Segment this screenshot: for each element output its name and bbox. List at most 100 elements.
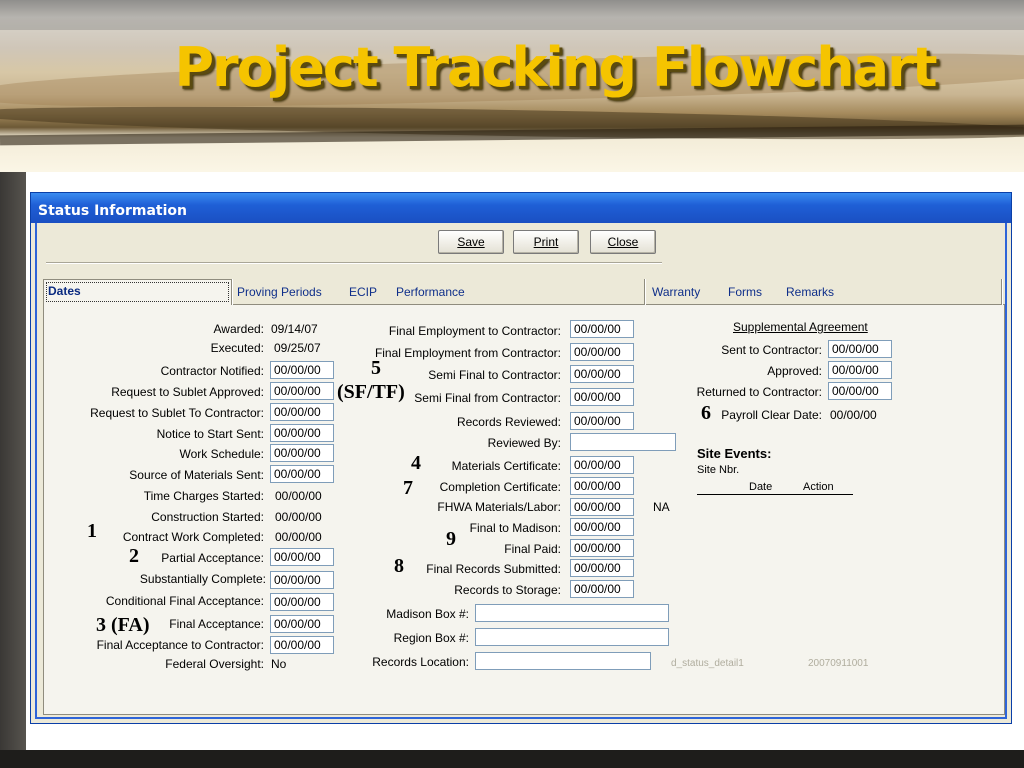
partial-acceptance-field[interactable]: 00/00/00 (270, 548, 334, 566)
federal-oversight-value: No (271, 657, 287, 671)
records-storage-field[interactable]: 00/00/00 (570, 580, 634, 598)
payroll-clear-label: Payroll Clear Date: (721, 408, 822, 422)
awarded-value: 09/14/07 (271, 322, 318, 336)
save-button[interactable]: Save (438, 230, 504, 254)
detail-id: d_status_detail1 (671, 658, 744, 669)
executed-value: 09/25/07 (274, 341, 321, 355)
records-reviewed-label: Records Reviewed: (456, 415, 561, 429)
tab-remarks[interactable]: Remarks (786, 279, 834, 305)
tab-proving-periods[interactable]: Proving Periods (237, 279, 322, 305)
marker-3-fa: 3 (FA) (96, 614, 150, 636)
final-to-contractor-field[interactable]: 00/00/00 (270, 636, 334, 654)
print-button[interactable]: Print (513, 230, 579, 254)
final-to-contractor-label: Final Acceptance to Contractor: (96, 638, 264, 652)
tab-warranty[interactable]: Warranty (652, 279, 700, 305)
sent-to-contractor-field[interactable]: 00/00/00 (828, 340, 892, 358)
region-box-field[interactable] (475, 628, 669, 646)
marker-4: 4 (411, 452, 421, 474)
sent-to-contractor-label: Sent to Contractor: (721, 343, 822, 357)
work-schedule-label: Work Schedule: (179, 447, 265, 461)
contract-work-value: 00/00/00 (275, 530, 322, 544)
partial-acceptance-label: Partial Acceptance: (161, 551, 264, 565)
final-acceptance-field[interactable]: 00/00/00 (270, 615, 334, 633)
tab-forms[interactable]: Forms (728, 279, 762, 305)
returned-to-contractor-field[interactable]: 00/00/00 (828, 382, 892, 400)
completion-cert-label: Completion Certificate: (439, 480, 561, 494)
site-nbr-label: Site Nbr. (697, 464, 740, 476)
semi-final-to-label: Semi Final to Contractor: (428, 368, 561, 382)
site-events-col-action: Action (803, 481, 834, 493)
final-madison-field[interactable]: 00/00/00 (570, 518, 634, 536)
close-button[interactable]: Close (590, 230, 656, 254)
marker-9: 9 (446, 528, 456, 550)
contract-work-label: Contract Work Completed: (122, 530, 264, 544)
sublet-approved-field[interactable]: 00/00/00 (270, 382, 334, 400)
final-emp-from-label: Final Employment from Contractor: (374, 346, 561, 360)
contractor-notified-label: Contractor Notified: (160, 364, 264, 378)
time-charges-value: 00/00/00 (275, 489, 322, 503)
reviewed-by-label: Reviewed By: (487, 436, 561, 450)
awarded-label: Awarded: (213, 322, 264, 336)
approved-label: Approved: (767, 364, 822, 378)
source-materials-field[interactable]: 00/00/00 (270, 465, 334, 483)
reviewed-by-field[interactable] (570, 433, 676, 451)
final-emp-to-label: Final Employment to Contractor: (388, 324, 561, 338)
tab-performance[interactable]: Performance (396, 279, 465, 305)
sublet-to-contractor-label: Request to Sublet To Contractor: (90, 406, 264, 420)
slide-bottom-bar (0, 750, 1024, 768)
fhwa-na: NA (653, 500, 670, 514)
tab-strip: Dates Proving Periods ECIP Performance W… (43, 279, 1005, 305)
materials-cert-label: Materials Certificate: (451, 459, 561, 473)
notice-to-start-field[interactable]: 00/00/00 (270, 424, 334, 442)
site-events-col-date: Date (749, 481, 773, 493)
toolbar-divider (46, 262, 662, 264)
construction-started-value: 00/00/00 (275, 510, 322, 524)
sublet-to-contractor-field[interactable]: 00/00/00 (270, 403, 334, 421)
sublet-approved-label: Request to Sublet Approved: (111, 385, 264, 399)
tab-ecip[interactable]: ECIP (349, 279, 377, 305)
final-records-field[interactable]: 00/00/00 (570, 559, 634, 577)
fhwa-field[interactable]: 00/00/00 (570, 498, 634, 516)
slide-left-bar (0, 172, 26, 750)
substantially-complete-label: Substantially Complete: (139, 572, 266, 586)
semi-final-to-field[interactable]: 00/00/00 (570, 365, 634, 383)
detail-stamp: 20070911001 (808, 658, 869, 669)
completion-cert-field[interactable]: 00/00/00 (570, 477, 634, 495)
conditional-final-field[interactable]: 00/00/00 (270, 593, 334, 611)
site-events-header-rule (697, 494, 853, 495)
marker-6: 6 (701, 402, 711, 424)
final-emp-to-field[interactable]: 00/00/00 (570, 320, 634, 338)
madison-box-field[interactable] (475, 604, 669, 622)
source-materials-label: Source of Materials Sent: (129, 468, 264, 482)
fhwa-label: FHWA Materials/Labor: (437, 500, 561, 514)
time-charges-label: Time Charges Started: (143, 489, 264, 503)
final-paid-label: Final Paid: (504, 542, 561, 556)
work-schedule-field[interactable]: 00/00/00 (270, 444, 334, 462)
executed-label: Executed: (210, 341, 264, 355)
region-box-label: Region Box #: (393, 631, 469, 645)
records-reviewed-field[interactable]: 00/00/00 (570, 412, 634, 430)
contractor-notified-field[interactable]: 00/00/00 (270, 361, 334, 379)
records-location-field[interactable] (475, 652, 651, 670)
final-madison-label: Final to Madison: (469, 521, 561, 535)
site-events-heading: Site Events: (697, 446, 772, 461)
marker-5: 5 (371, 357, 381, 379)
final-acceptance-label: Final Acceptance: (169, 617, 264, 631)
payroll-clear-value: 00/00/00 (830, 408, 877, 422)
final-emp-from-field[interactable]: 00/00/00 (570, 343, 634, 361)
tab-dates[interactable]: Dates (43, 279, 232, 305)
substantially-complete-field[interactable]: 00/00/00 (270, 571, 334, 589)
notice-to-start-label: Notice to Start Sent: (156, 427, 264, 441)
conditional-final-label: Conditional Final Acceptance: (105, 594, 264, 608)
final-records-label: Final Records Submitted: (426, 562, 561, 576)
supplemental-heading: Supplemental Agreement (733, 320, 868, 334)
construction-started-label: Construction Started: (151, 510, 264, 524)
semi-final-from-field[interactable]: 00/00/00 (570, 388, 634, 406)
approved-field[interactable]: 00/00/00 (828, 361, 892, 379)
final-paid-field[interactable]: 00/00/00 (570, 539, 634, 557)
marker-7: 7 (403, 477, 413, 499)
marker-2: 2 (129, 545, 139, 567)
materials-cert-field[interactable]: 00/00/00 (570, 456, 634, 474)
madison-box-label: Madison Box #: (386, 607, 469, 621)
federal-oversight-label: Federal Oversight: (165, 657, 264, 671)
